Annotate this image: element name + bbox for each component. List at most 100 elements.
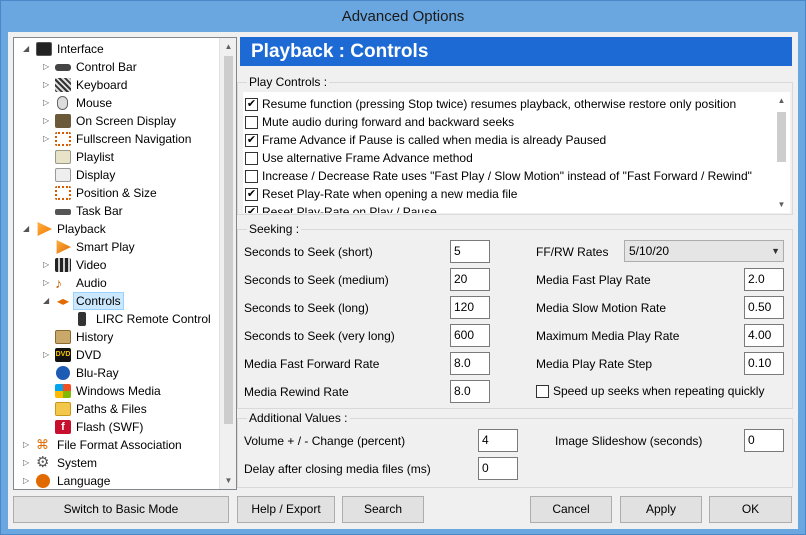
tree-item-mouse[interactable]: ▷ Mouse xyxy=(14,94,224,112)
seek-medium-input[interactable]: 20 xyxy=(450,268,490,291)
checkbox-checked[interactable]: ✔ xyxy=(245,188,258,201)
tree-item-playback[interactable]: ◢ Playback xyxy=(14,220,224,238)
delay-closing-input[interactable]: 0 xyxy=(478,457,518,480)
ffrw-rates-select[interactable]: 5/10/20 ▼ xyxy=(624,240,784,262)
rewind-rate-input[interactable]: 8.0 xyxy=(450,380,490,403)
scroll-down-icon[interactable]: ▼ xyxy=(220,472,236,489)
fast-forward-rate-input[interactable]: 8.0 xyxy=(450,352,490,375)
help-export-button[interactable]: Help / Export xyxy=(237,496,335,523)
flash-icon: f xyxy=(55,420,71,434)
tree-item-display[interactable]: Display xyxy=(14,166,224,184)
tree-item-history[interactable]: History xyxy=(14,328,224,346)
scrollbar-thumb[interactable] xyxy=(224,56,233,424)
tree-item-lirc[interactable]: LIRC Remote Control xyxy=(14,310,224,328)
play-controls-scrollbar[interactable]: ▲ ▼ xyxy=(773,92,790,213)
tree-item-flash[interactable]: f Flash (SWF) xyxy=(14,418,224,436)
tree-item-dvd[interactable]: ▷ DVD DVD xyxy=(14,346,224,364)
page-title: Playback : Controls xyxy=(240,37,792,66)
fullscreen-icon xyxy=(55,132,71,146)
expand-arrow-icon[interactable]: ▷ xyxy=(23,472,32,489)
expand-arrow-icon[interactable]: ▷ xyxy=(43,346,52,364)
seek-long-input[interactable]: 120 xyxy=(450,296,490,319)
checkbox-unchecked[interactable] xyxy=(245,170,258,183)
checkbox-unchecked[interactable] xyxy=(245,116,258,129)
taskbar-icon xyxy=(55,209,71,215)
seek-very-long-input[interactable]: 600 xyxy=(450,324,490,347)
expand-arrow-icon[interactable]: ▷ xyxy=(43,76,52,94)
slow-motion-rate-input[interactable]: 0.50 xyxy=(744,296,784,319)
tree-item-system[interactable]: ▷ ⚙ System xyxy=(14,454,224,472)
tree-item-windows-media[interactable]: Windows Media xyxy=(14,382,224,400)
seek-short-input[interactable]: 5 xyxy=(450,240,490,263)
smart-play-icon xyxy=(56,240,71,254)
collapse-arrow-icon[interactable]: ◢ xyxy=(43,292,52,310)
switch-basic-mode-button[interactable]: Switch to Basic Mode xyxy=(13,496,229,523)
scrollbar-thumb[interactable] xyxy=(777,112,786,162)
tree-item-playlist[interactable]: Playlist xyxy=(14,148,224,166)
expand-arrow-icon[interactable]: ▷ xyxy=(23,454,32,472)
music-note-icon: ♪ xyxy=(55,275,62,291)
expand-arrow-icon[interactable]: ▷ xyxy=(23,436,32,454)
checkbox-unchecked[interactable] xyxy=(536,385,549,398)
expand-arrow-icon[interactable]: ▷ xyxy=(43,112,52,130)
expand-arrow-icon[interactable]: ▷ xyxy=(43,256,52,274)
dvd-icon: DVD xyxy=(55,348,71,362)
seeking-title: Seeking : xyxy=(247,222,302,236)
seek-short-label: Seconds to Seek (short) xyxy=(244,245,373,259)
tree-item-osd[interactable]: ▷ On Screen Display xyxy=(14,112,224,130)
checkbox-unchecked[interactable] xyxy=(245,152,258,165)
expand-arrow-icon[interactable]: ▷ xyxy=(43,274,52,292)
tree-item-control-bar[interactable]: ▷ Control Bar xyxy=(14,58,224,76)
fast-play-rate-input[interactable]: 2.0 xyxy=(744,268,784,291)
play-rate-step-label: Media Play Rate Step xyxy=(536,357,653,371)
image-slideshow-input[interactable]: 0 xyxy=(744,429,784,452)
slow-motion-rate-label: Media Slow Motion Rate xyxy=(536,301,667,315)
collapse-arrow-icon[interactable]: ◢ xyxy=(23,40,32,58)
search-button[interactable]: Search xyxy=(342,496,424,523)
playlist-icon xyxy=(55,150,71,164)
tree-item-paths-files[interactable]: Paths & Files xyxy=(14,400,224,418)
cancel-button[interactable]: Cancel xyxy=(530,496,612,523)
checkbox-checked[interactable]: ✔ xyxy=(245,206,258,213)
expand-arrow-icon[interactable]: ▷ xyxy=(43,94,52,112)
position-size-icon xyxy=(55,186,71,200)
tree-item-task-bar[interactable]: Task Bar xyxy=(14,202,224,220)
tree-item-position-size[interactable]: Position & Size xyxy=(14,184,224,202)
volume-change-input[interactable]: 4 xyxy=(478,429,518,452)
tree-item-keyboard[interactable]: ▷ Keyboard xyxy=(14,76,224,94)
expand-arrow-icon[interactable]: ▷ xyxy=(43,130,52,148)
tree-item-smart-play[interactable]: Smart Play xyxy=(14,238,224,256)
image-slideshow-label: Image Slideshow (seconds) xyxy=(555,434,703,448)
play-rate-step-input[interactable]: 0.10 xyxy=(744,352,784,375)
tree-item-video[interactable]: ▷ Video xyxy=(14,256,224,274)
seek-long-label: Seconds to Seek (long) xyxy=(244,301,369,315)
tree-item-audio[interactable]: ▷ ♪ Audio xyxy=(14,274,224,292)
osd-icon xyxy=(55,114,71,128)
expand-arrow-icon[interactable]: ▷ xyxy=(43,58,52,76)
scroll-down-icon[interactable]: ▼ xyxy=(773,196,790,213)
tree-scrollbar[interactable]: ▲ ▼ xyxy=(219,38,236,489)
windows-logo-icon xyxy=(55,384,71,398)
fast-play-rate-label: Media Fast Play Rate xyxy=(536,273,651,287)
play-icon xyxy=(37,222,52,236)
film-icon xyxy=(55,258,71,272)
tree-item-language[interactable]: ▷ Language xyxy=(14,472,224,489)
monitor-icon xyxy=(36,42,52,56)
max-play-rate-input[interactable]: 4.00 xyxy=(744,324,784,347)
play-controls-title: Play Controls : xyxy=(247,75,330,89)
checkbox-checked[interactable]: ✔ xyxy=(245,98,258,111)
tree-item-file-format[interactable]: ▷ ⌘ File Format Association xyxy=(14,436,224,454)
language-icon xyxy=(36,474,50,488)
tree-item-bluray[interactable]: Blu-Ray xyxy=(14,364,224,382)
tree-item-interface[interactable]: ◢ Interface xyxy=(14,40,224,58)
delay-closing-label: Delay after closing media files (ms) xyxy=(244,462,431,476)
collapse-arrow-icon[interactable]: ◢ xyxy=(23,220,32,238)
tree-item-controls[interactable]: ◢ ◂▸ Controls xyxy=(14,292,224,310)
scroll-up-icon[interactable]: ▲ xyxy=(220,38,236,55)
tree-item-fullscreen-nav[interactable]: ▷ Fullscreen Navigation xyxy=(14,130,224,148)
scroll-up-icon[interactable]: ▲ xyxy=(773,92,790,109)
ok-button[interactable]: OK xyxy=(709,496,792,523)
apply-button[interactable]: Apply xyxy=(620,496,702,523)
checkbox-checked[interactable]: ✔ xyxy=(245,134,258,147)
history-icon xyxy=(55,330,71,344)
